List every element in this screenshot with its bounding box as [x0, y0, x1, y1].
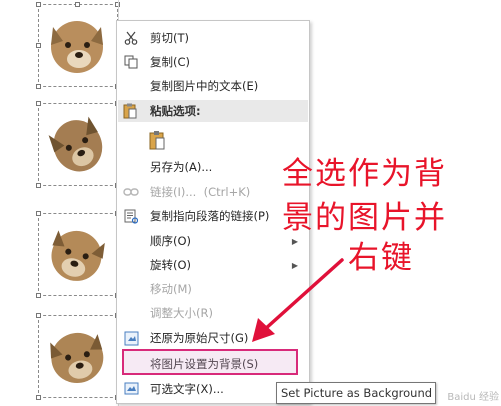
annotation-line-3: 右键: [348, 240, 414, 276]
annotation-line-1: 全选作为背: [282, 156, 447, 192]
slide-canvas: 剪切(T) 复制(C) 复制图片中的文本(E) 粘贴选项: 另存为(A)...: [0, 0, 501, 406]
annotation-line-2: 景的图片并: [282, 200, 447, 236]
watermark: Baidu 经验: [447, 392, 499, 403]
